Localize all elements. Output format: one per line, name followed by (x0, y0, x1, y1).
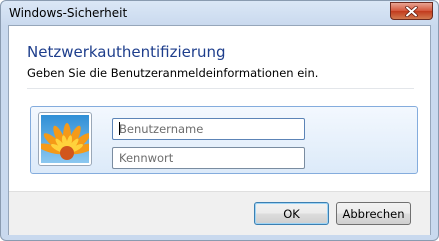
flower-user-picture-icon (41, 115, 89, 163)
dialog-heading: Netzwerkauthentifizierung (27, 43, 226, 61)
ok-button[interactable]: OK (254, 202, 329, 225)
password-input[interactable] (112, 147, 305, 169)
text-cursor (119, 122, 120, 135)
close-icon (405, 5, 418, 17)
title-bar[interactable]: Windows-Sicherheit (1, 1, 438, 25)
close-button[interactable] (390, 2, 433, 20)
dialog-content: Netzwerkauthentifizierung Geben Sie die … (8, 25, 431, 235)
dialog-instructions: Geben Sie die Benutzeranmeldeinformation… (27, 66, 319, 80)
separator (27, 88, 414, 89)
credential-tile (30, 106, 418, 174)
security-dialog: Windows-Sicherheit Netzwerkauthentifizie… (0, 0, 439, 241)
username-input[interactable] (112, 118, 305, 140)
user-picture (38, 112, 92, 166)
cancel-button[interactable]: Abbrechen (336, 202, 411, 225)
window-title: Windows-Sicherheit (9, 6, 128, 20)
button-bar: OK Abbrechen (9, 191, 430, 235)
